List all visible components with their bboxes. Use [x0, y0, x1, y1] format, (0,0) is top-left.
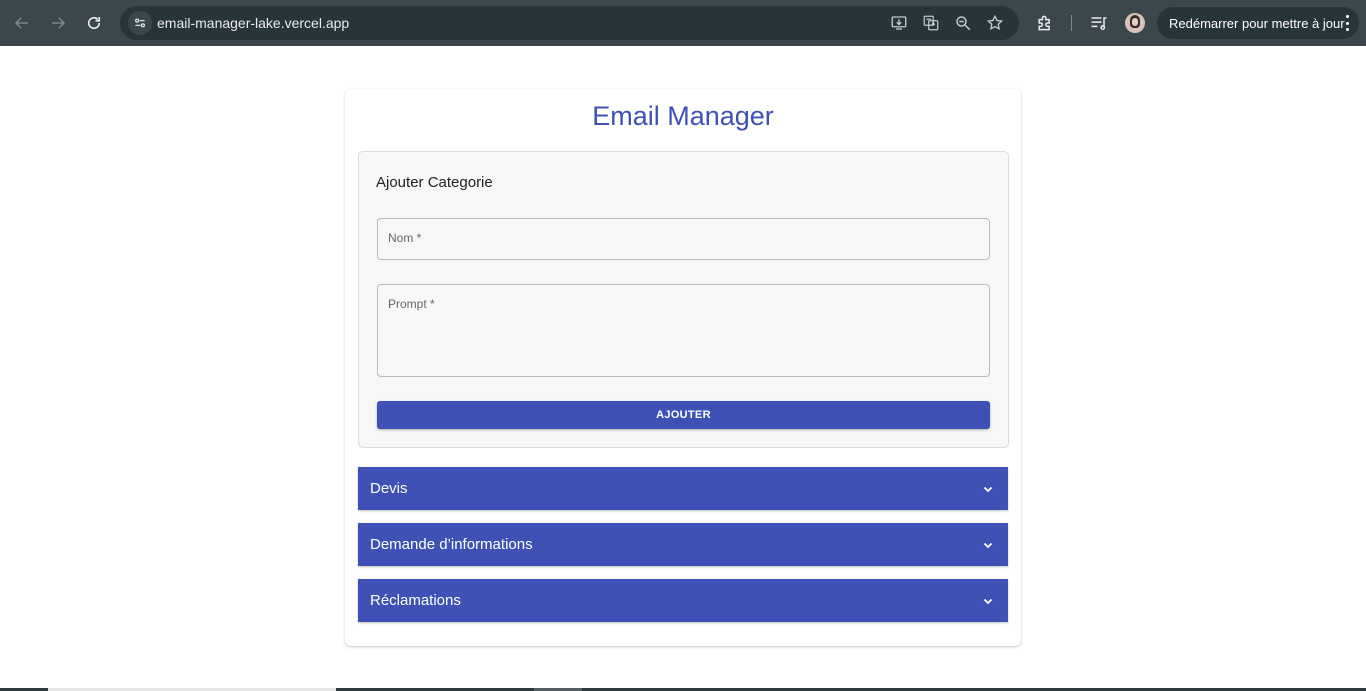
name-input[interactable]	[378, 219, 989, 259]
browser-toolbar: email-manager-lake.vercel.app Redémarrer…	[0, 0, 1366, 46]
site-info-icon[interactable]	[128, 11, 152, 35]
category-accordion-demande-informations[interactable]: Demande d’informations	[358, 523, 1008, 566]
category-label: Devis	[370, 480, 408, 497]
reload-icon[interactable]	[80, 9, 108, 37]
url-text[interactable]: email-manager-lake.vercel.app	[157, 15, 349, 31]
extensions-icon[interactable]	[1034, 12, 1056, 34]
chevron-down-icon[interactable]	[982, 594, 994, 606]
address-bar[interactable]: email-manager-lake.vercel.app	[120, 6, 1019, 40]
chevron-down-icon[interactable]	[982, 482, 994, 494]
update-button[interactable]: Redémarrer pour mettre à jour	[1157, 7, 1359, 39]
page-title: Email Manager	[592, 101, 774, 131]
install-app-icon[interactable]	[889, 13, 909, 33]
category-accordion-devis[interactable]: Devis	[358, 467, 1008, 510]
bookmark-star-icon[interactable]	[985, 13, 1005, 33]
category-label: Réclamations	[370, 592, 461, 609]
prompt-field[interactable]: Prompt *	[377, 284, 990, 377]
toolbar-divider	[1071, 15, 1072, 31]
chevron-down-icon[interactable]	[982, 538, 994, 550]
add-button[interactable]: AJOUTER	[377, 401, 990, 429]
back-icon[interactable]	[8, 9, 36, 37]
media-control-icon[interactable]	[1088, 12, 1110, 34]
update-button-label: Redémarrer pour mettre à jour	[1169, 15, 1345, 31]
form-heading: Ajouter Categorie	[376, 174, 493, 191]
email-manager-card: Email Manager Ajouter Categorie Nom * Pr…	[345, 89, 1021, 646]
menu-kebab-icon[interactable]	[1345, 15, 1349, 31]
category-label: Demande d’informations	[370, 536, 533, 553]
zoom-icon[interactable]	[953, 13, 973, 33]
name-field[interactable]: Nom *	[377, 218, 990, 260]
translate-icon[interactable]	[921, 13, 941, 33]
prompt-input[interactable]	[378, 285, 989, 376]
profile-avatar[interactable]	[1125, 13, 1145, 33]
category-accordion-reclamations[interactable]: Réclamations	[358, 579, 1008, 622]
add-category-form: Ajouter Categorie Nom * Prompt * AJOUTER	[358, 151, 1009, 448]
forward-icon[interactable]	[44, 9, 72, 37]
